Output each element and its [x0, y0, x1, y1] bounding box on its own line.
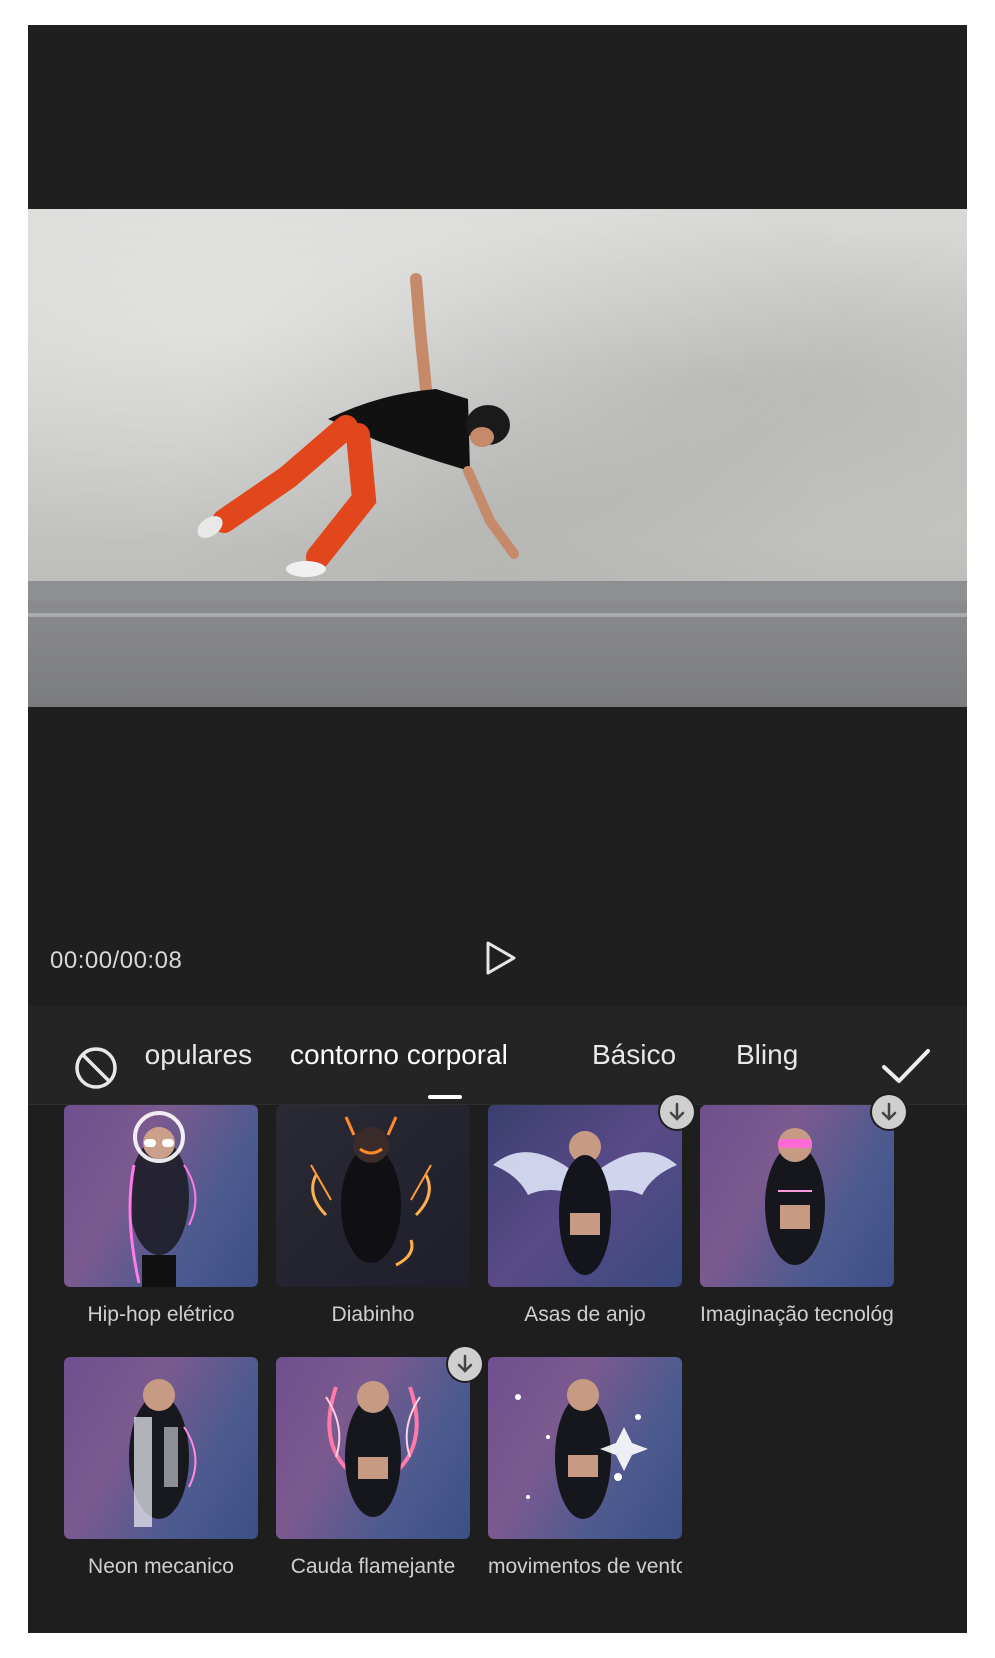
no-effect-button[interactable]: [73, 1045, 119, 1091]
effect-card-asas-de-anjo[interactable]: Asas de anjo: [488, 1095, 694, 1345]
video-editor-screen: 00:00/00:08 Populares contorno corporal …: [28, 25, 967, 1633]
download-badge[interactable]: [448, 1347, 482, 1381]
download-arrow-icon: [881, 1102, 897, 1121]
effect-card-diabinho[interactable]: Diabinho: [276, 1105, 470, 1345]
download-badge[interactable]: [660, 1095, 694, 1129]
effect-name: movimentos de vento: [488, 1555, 682, 1578]
effect-card-imaginacao-tecnologica[interactable]: Imaginação tecnológica: [700, 1095, 906, 1345]
effect-name: Imaginação tecnológica: [700, 1303, 894, 1326]
effects-grid: Hip-hop elétrico Diabinho Asas de anjo I…: [28, 1095, 967, 1633]
tab-contorno-corporal[interactable]: contorno corporal: [290, 1039, 508, 1071]
effect-thumbnail: [64, 1357, 258, 1539]
checkmark-icon: [882, 1049, 930, 1083]
effect-name: Diabinho: [331, 1303, 415, 1326]
effect-thumbnail: [276, 1357, 470, 1539]
video-frame[interactable]: [28, 209, 967, 707]
effect-card-movimentos-de-vento[interactable]: movimentos de vento: [488, 1357, 682, 1597]
effect-thumbnail: [276, 1105, 470, 1287]
effect-thumbnail: [488, 1357, 682, 1539]
effect-name: Neon mecanico: [88, 1555, 234, 1578]
timecode: 00:00/00:08: [50, 947, 183, 974]
play-icon: [486, 941, 516, 975]
effect-name: Hip-hop elétrico: [87, 1303, 235, 1326]
effect-card-neon-mecanico[interactable]: Neon mecanico: [64, 1357, 258, 1597]
download-arrow-icon: [669, 1102, 685, 1121]
tab-populares[interactable]: Populares: [144, 1039, 252, 1071]
tab-basico[interactable]: Básico: [592, 1039, 676, 1071]
confirm-button[interactable]: [880, 1043, 932, 1091]
download-arrow-icon: [457, 1354, 473, 1373]
no-effect-icon: [75, 1047, 117, 1089]
effect-thumbnail: [64, 1105, 258, 1287]
download-badge[interactable]: [872, 1095, 906, 1129]
preview-area: 00:00/00:08: [28, 25, 967, 1006]
category-tabs: Populares contorno corporal Básico Bling: [144, 1025, 875, 1095]
effect-thumbnail: [700, 1105, 894, 1287]
effect-thumbnail: [488, 1105, 682, 1287]
play-button[interactable]: [480, 938, 520, 978]
dancer-figure: [197, 273, 519, 577]
effect-name: Asas de anjo: [524, 1303, 646, 1326]
effect-name: Cauda flamejante: [290, 1555, 456, 1578]
effect-card-hip-hop-eletrico[interactable]: Hip-hop elétrico: [64, 1105, 258, 1345]
active-tab-indicator: [428, 1095, 462, 1099]
tab-bling[interactable]: Bling: [736, 1039, 798, 1071]
effect-card-cauda-flamejante[interactable]: Cauda flamejante: [276, 1347, 482, 1597]
